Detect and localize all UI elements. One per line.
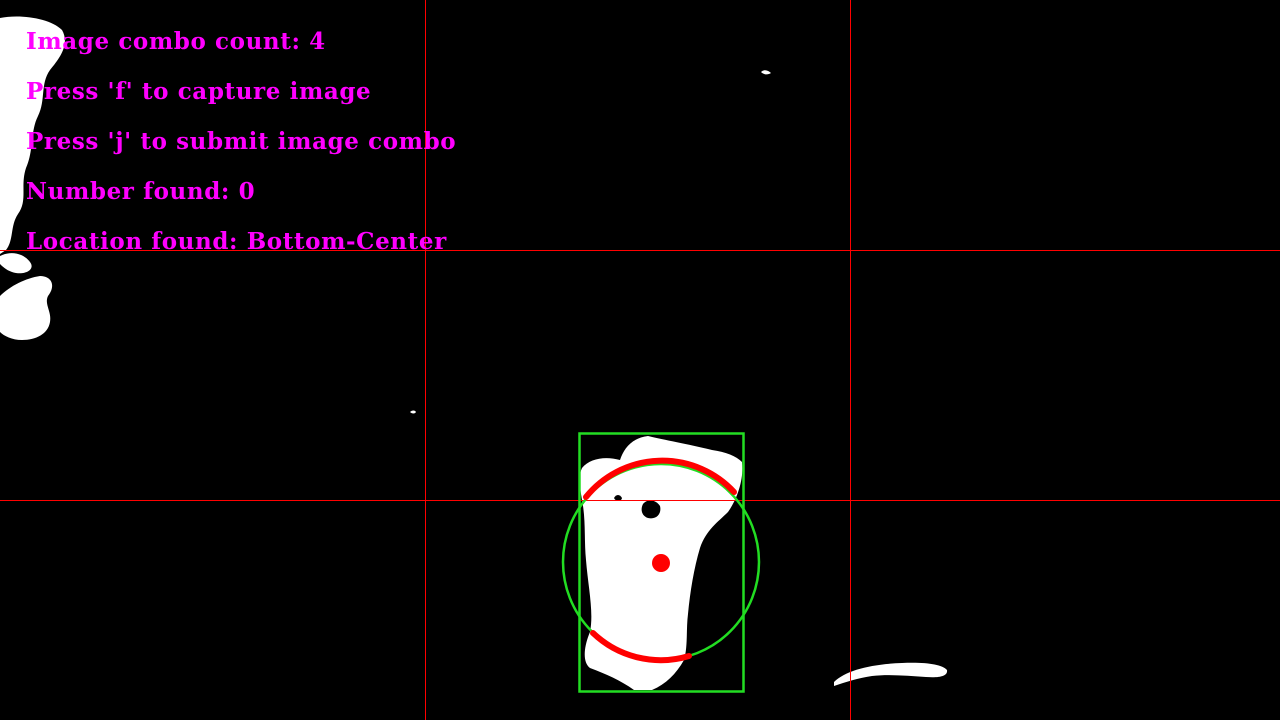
noise-blob-left-mid [0,253,32,274]
combo-count-label: Image combo count: 4 [26,28,326,55]
noise-speck-top [761,70,771,75]
centroid-dot [652,554,670,572]
number-found-label: Number found: 0 [26,178,256,205]
camera-feed-window: Image combo count: 4 Press 'f' to captur… [0,0,1280,720]
noise-blob-left-bottom [0,276,53,340]
noise-blobs [0,16,948,686]
location-found-label: Location found: Bottom-Center [26,228,447,255]
submit-hint-label: Press 'j' to submit image combo [26,128,457,155]
noise-speck-mid [410,410,416,414]
capture-hint-label: Press 'f' to capture image [26,78,372,105]
thresholded-camera-frame [0,0,1280,720]
